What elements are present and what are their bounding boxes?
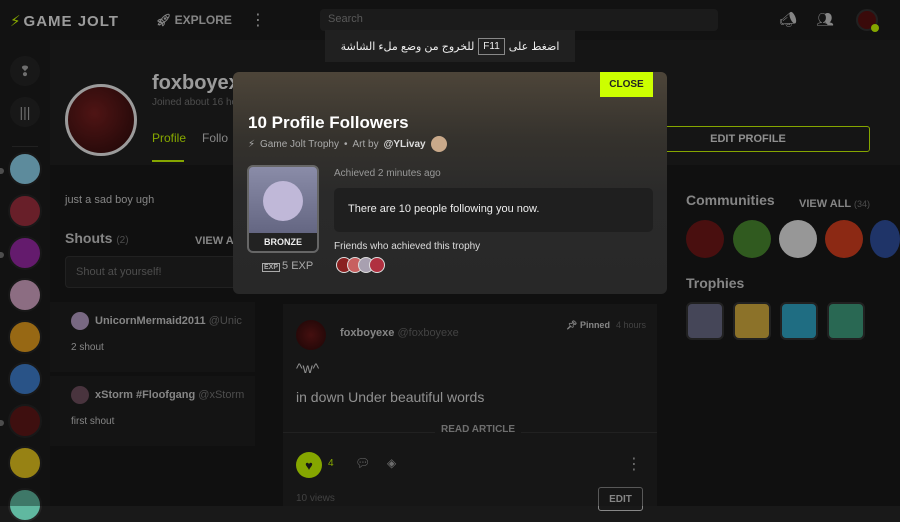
trophy-title: 10 Profile Followers [248, 113, 409, 132]
toast-text: اضغط على [508, 40, 560, 53]
artist-avatar[interactable] [430, 136, 447, 152]
exp-value: 5 EXP [282, 260, 314, 272]
artist-link[interactable]: @YLivay [384, 139, 426, 150]
trophy-artwork [263, 181, 303, 221]
trophy-meta: ⚡ Game Jolt Trophy • Art by @YLivay [248, 136, 447, 152]
toast-text: للخروج من وضع ملء الشاشة [340, 40, 475, 53]
toast-key: F11 [478, 37, 505, 55]
trophy-source: Game Jolt Trophy [260, 138, 339, 150]
friend-avatar[interactable] [369, 257, 385, 273]
trophy-rank: BRONZE [249, 233, 317, 251]
trophy-image: BRONZE [247, 165, 319, 253]
art-by-label: Art by [352, 138, 379, 150]
close-button[interactable]: CLOSE [600, 72, 653, 97]
exp-icon: EXP [262, 263, 281, 272]
trophy-exp: EXP 5 EXP [262, 260, 313, 272]
fullscreen-toast: اضغط على F11 للخروج من وضع ملء الشاشة [325, 30, 575, 62]
trophy-description: There are 10 people following you now. [334, 188, 653, 232]
separator-dot: • [343, 138, 348, 150]
friends-heading: Friends who achieved this trophy [334, 241, 481, 252]
bolt-icon: ⚡ [248, 138, 256, 150]
achieved-time: Achieved 2 minutes ago [334, 168, 441, 179]
